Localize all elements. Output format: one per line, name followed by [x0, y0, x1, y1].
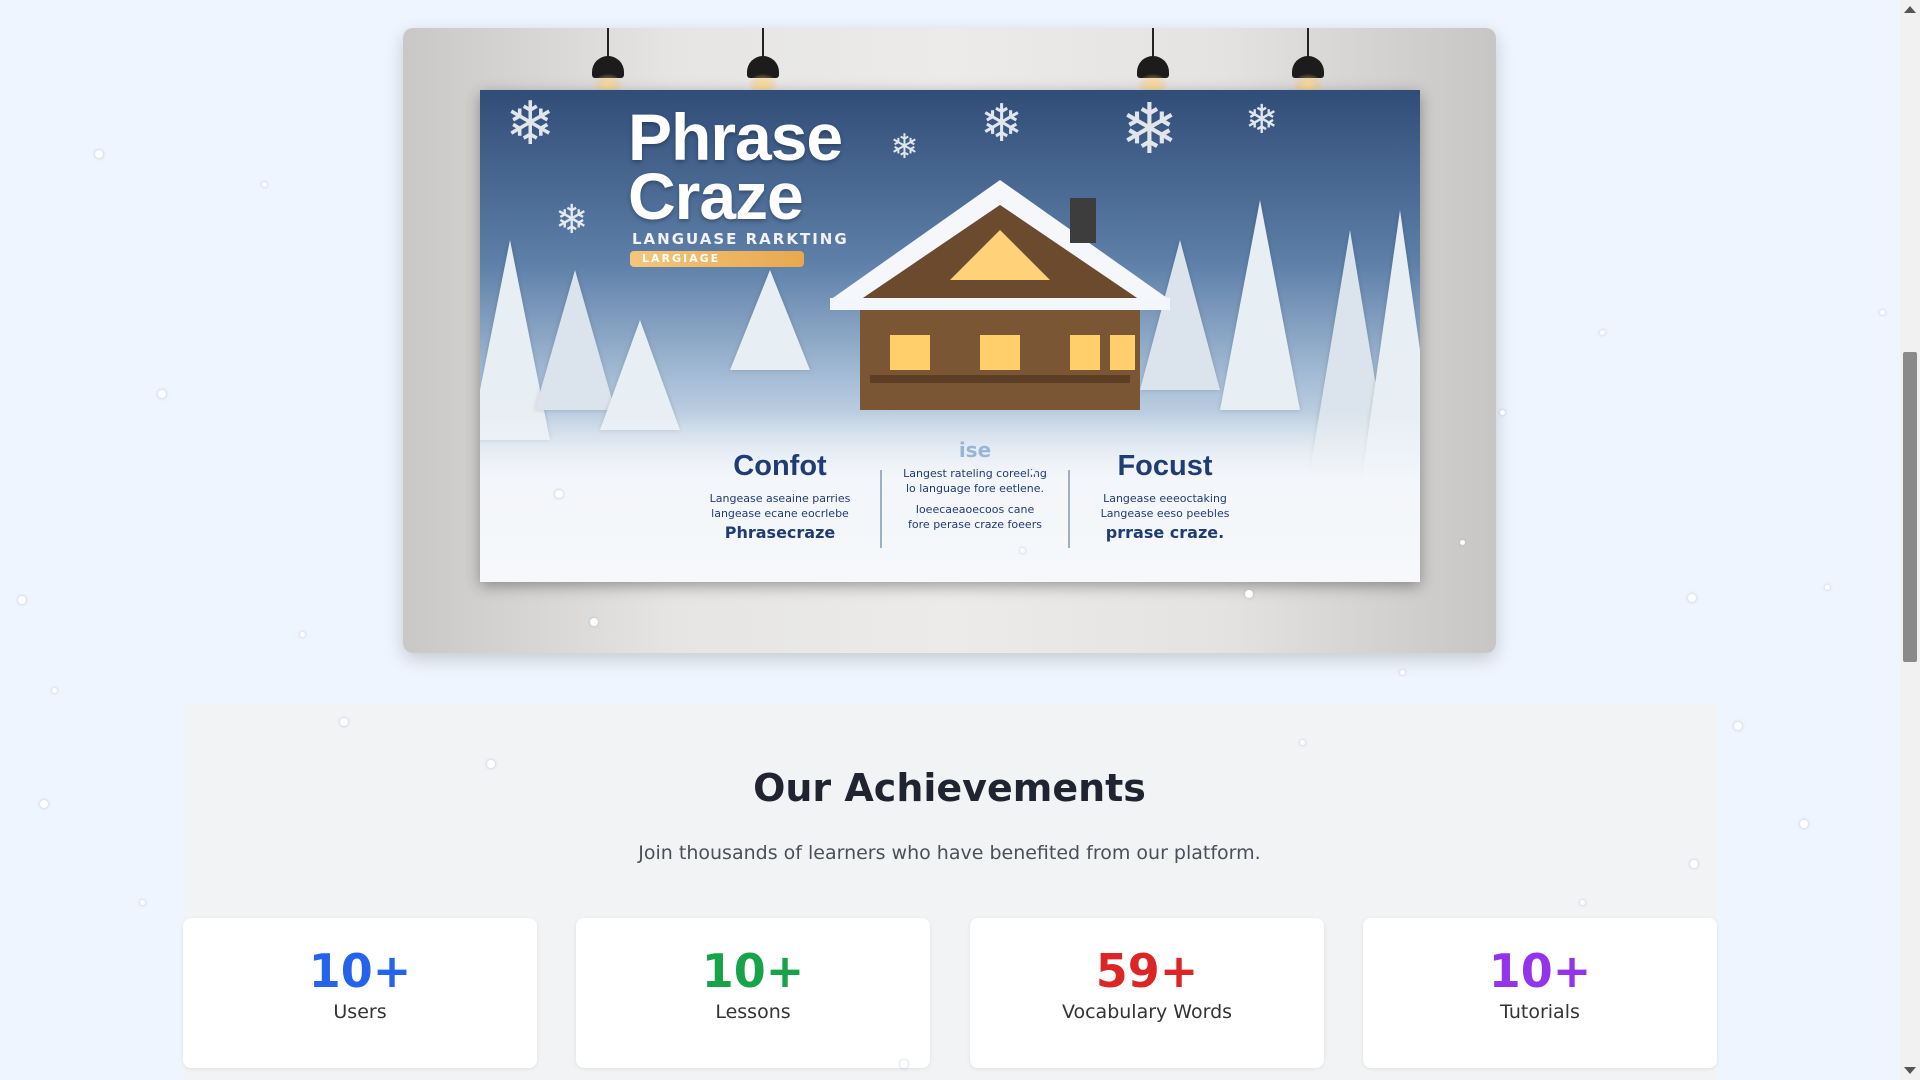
snow-particle — [1600, 330, 1605, 335]
feature-divider — [1068, 470, 1070, 548]
snow-particle — [95, 150, 103, 158]
snowflake-icon: ❄ — [1120, 90, 1179, 170]
snow-particle — [900, 1060, 908, 1068]
poster-title: Phrase Craze — [628, 104, 843, 234]
stat-value: 10+ — [308, 944, 412, 998]
hero-banner-image: ❄ ❄ ❄ ❄ ❄ ❄ Phrase Craze LANGUASE RARKTI… — [403, 28, 1496, 653]
poster-tagline: LANGUASE RARKTING — [632, 230, 849, 248]
stat-label: Users — [333, 1000, 387, 1023]
pine-tree-shape — [1220, 200, 1300, 410]
pendant-lamp-icon — [743, 28, 783, 98]
feature-text-line: langease ecane eocrlebe — [711, 507, 849, 520]
page-scrollbar[interactable] — [1900, 0, 1920, 1080]
snowflake-icon: ❄ — [505, 90, 556, 159]
scroll-down-arrow-icon[interactable] — [1904, 1067, 1916, 1074]
feature-sub: prrase craze. — [1105, 523, 1225, 542]
feature-sub: Phrasecraze — [724, 523, 836, 542]
snow-particle — [1030, 470, 1035, 475]
snowflake-icon: ❄ — [980, 94, 1024, 154]
snowflake-icon: ❄ — [555, 197, 589, 243]
snow-particle — [340, 718, 348, 726]
pine-tree-shape — [730, 270, 810, 370]
feature-title: ise — [958, 438, 992, 462]
poster-feature-focust: Focust Langease eeeoctaking Langease ees… — [1080, 450, 1250, 542]
feature-text-line: fore perase craze foeers — [908, 518, 1042, 531]
stat-card-lessons: 10+ Lessons — [576, 918, 930, 1068]
scrollbar-thumb[interactable] — [1903, 352, 1917, 662]
snow-particle — [18, 596, 26, 604]
snow-particle — [158, 390, 166, 398]
achievements-subtitle: Join thousands of learners who have bene… — [638, 842, 1261, 864]
snow-particle — [1020, 548, 1025, 553]
snow-particle — [1300, 740, 1305, 745]
achievements-title: Our Achievements — [753, 766, 1146, 810]
snowflake-icon: ❄ — [890, 127, 919, 167]
poster-title-line: Craze — [628, 159, 804, 234]
stat-card-tutorials: 10+ Tutorials — [1363, 918, 1717, 1068]
snow-particle — [140, 900, 145, 905]
feature-text-line: lo language fore eetlene. — [905, 482, 1045, 495]
snow-particle — [1880, 310, 1885, 315]
feature-divider — [880, 470, 882, 548]
snow-particle — [40, 800, 48, 808]
page-viewport[interactable]: ❄ ❄ ❄ ❄ ❄ ❄ Phrase Craze LANGUASE RARKTI… — [0, 0, 1900, 1080]
snow-particle — [555, 490, 563, 498]
feature-text-line: Langease eeeoctaking — [1103, 492, 1227, 505]
snow-particle — [1500, 410, 1505, 415]
pendant-lamp-icon — [588, 28, 628, 98]
pendant-lamp-icon — [1133, 28, 1173, 98]
feature-title: Focust — [1117, 450, 1213, 482]
scroll-up-arrow-icon[interactable] — [1904, 6, 1916, 13]
stat-label: Tutorials — [1500, 1000, 1580, 1023]
feature-text-line: Ioeecaeaoecoos cane — [915, 503, 1035, 516]
snow-particle — [262, 182, 267, 187]
snow-particle — [1800, 820, 1808, 828]
stat-card-vocabulary-words: 59+ Vocabulary Words — [970, 918, 1324, 1068]
snow-particle — [1825, 585, 1830, 590]
snow-particle — [1734, 722, 1742, 730]
stat-value: 10+ — [1488, 944, 1592, 998]
feature-text: Langest rateling coreeling lo language f… — [900, 466, 1050, 532]
snow-particle — [1690, 860, 1698, 868]
poster-artwork: ❄ ❄ ❄ ❄ ❄ ❄ Phrase Craze LANGUASE RARKTI… — [480, 90, 1420, 582]
snow-particle — [1580, 900, 1585, 905]
snowflake-icon: ❄ — [1245, 97, 1279, 143]
feature-text-line: Langease eeso peebles — [1100, 507, 1230, 520]
stat-value: 59+ — [1095, 944, 1199, 998]
snow-particle — [590, 618, 598, 626]
snow-particle — [52, 688, 57, 693]
snow-particle — [1400, 670, 1405, 675]
stat-label: Lessons — [715, 1000, 791, 1023]
poster-feature-middle: ise Langest rateling coreeling lo langua… — [900, 438, 1050, 532]
cabin-illustration — [830, 180, 1170, 410]
snow-particle — [487, 760, 495, 768]
poster-feature-confot: Confot Langease aseaine parries langease… — [695, 450, 865, 542]
achievements-section: Our Achievements Join thousands of learn… — [183, 704, 1717, 1080]
stat-label: Vocabulary Words — [1061, 1000, 1233, 1023]
poster-tagline-bar: LARGIAGE — [630, 251, 804, 267]
feature-text: Langease eeeoctaking Langease eeso peebl… — [1080, 491, 1250, 521]
stat-value: 10+ — [701, 944, 805, 998]
feature-text-line: Langest rateling coreeling — [903, 467, 1047, 480]
snow-particle — [1245, 590, 1253, 598]
feature-text: Langease aseaine parries langease ecane … — [695, 491, 865, 521]
feature-title: Confot — [733, 450, 827, 482]
pendant-lamp-icon — [1288, 28, 1328, 98]
feature-text-line: Langease aseaine parries — [709, 492, 851, 505]
snow-particle — [1460, 540, 1465, 545]
snow-particle — [1688, 594, 1696, 602]
stat-card-users: 10+ Users — [183, 918, 537, 1068]
snow-particle — [300, 632, 305, 637]
